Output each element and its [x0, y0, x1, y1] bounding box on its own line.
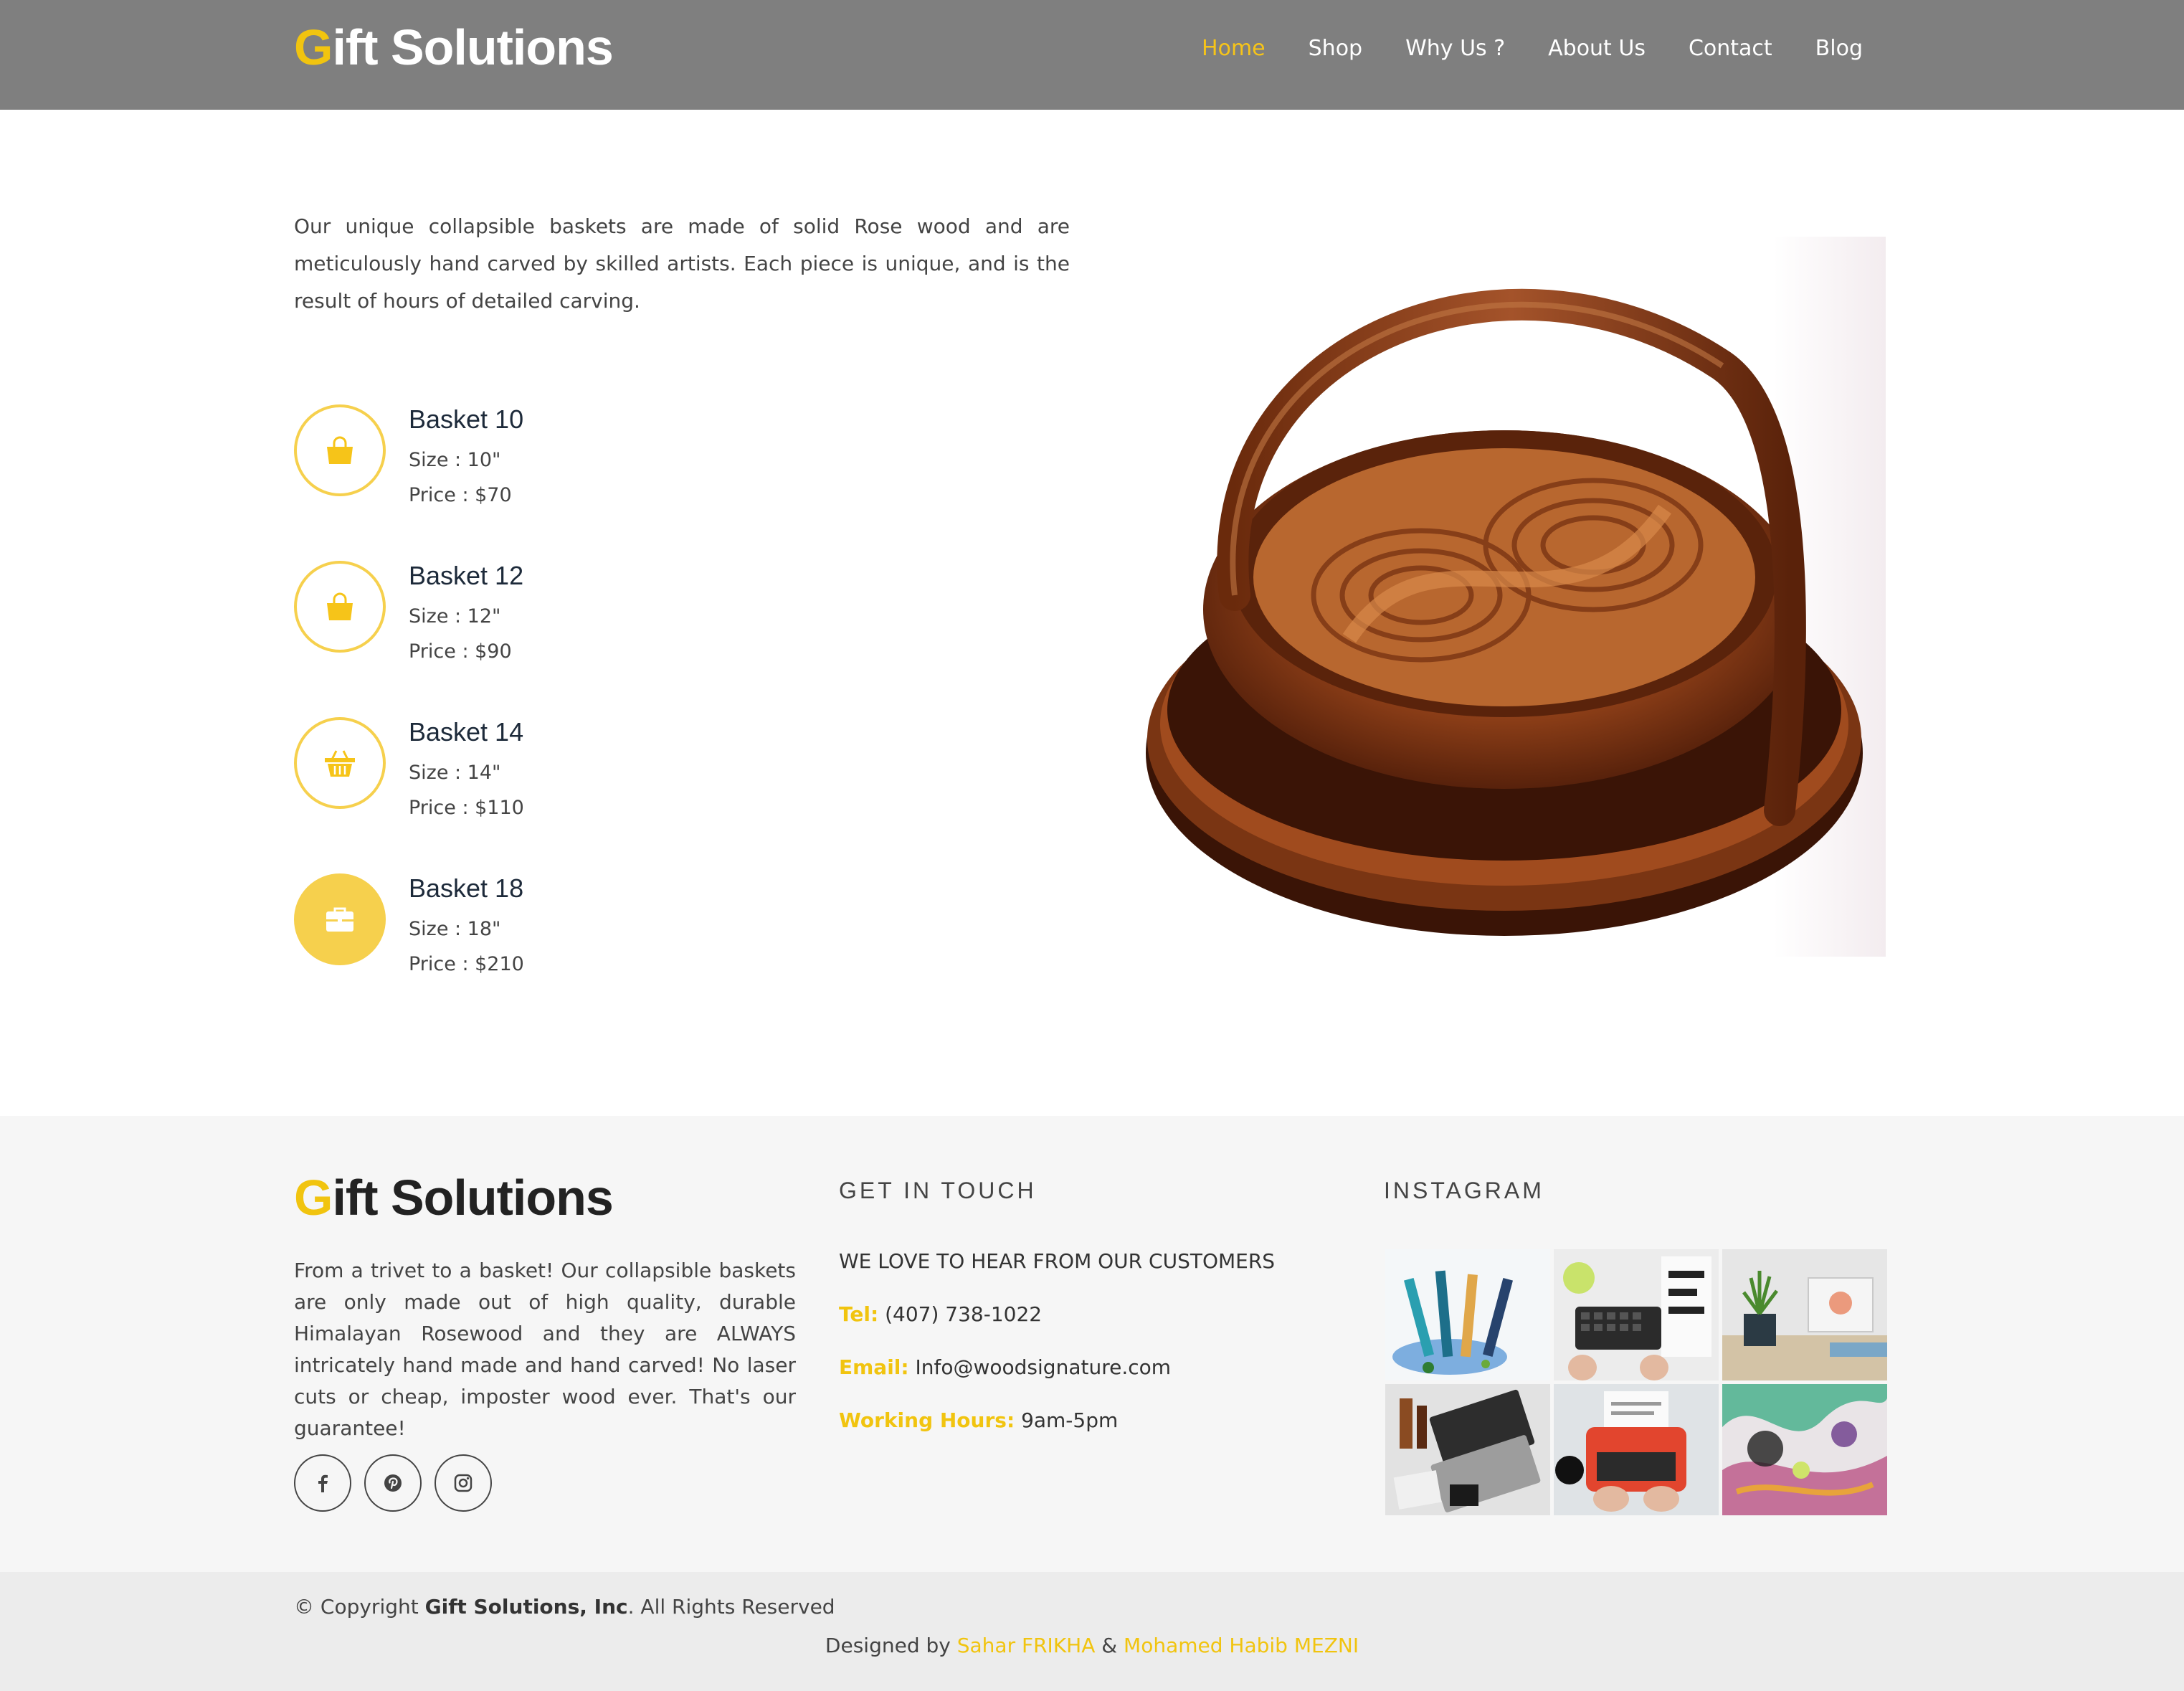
designer-link-2[interactable]: Mohamed Habib MEZNI: [1124, 1634, 1359, 1657]
contact-hours: Working Hours: 9am-5pm: [839, 1408, 1118, 1432]
facebook-icon[interactable]: [294, 1454, 351, 1512]
product-item: Basket 18 Size : 18" Price : $210: [294, 873, 939, 988]
product-price: Price : $210: [409, 953, 524, 975]
product-name: Basket 10: [409, 404, 524, 434]
contact-email: Email: Info@woodsignature.com: [839, 1355, 1171, 1379]
designer-separator: &: [1095, 1634, 1124, 1657]
site-header: Gift Solutions Home Shop Why Us ? About …: [0, 0, 2184, 110]
product-item: Basket 10 Size : 10" Price : $70: [294, 404, 939, 519]
footer-logo-initial: G: [294, 1170, 333, 1226]
copyright-bar: © Copyright Gift Solutions, Inc. All Rig…: [0, 1572, 2184, 1691]
copyright-suffix: . All Rights Reserved: [627, 1595, 835, 1619]
designer-link-1[interactable]: Sahar FRIKHA: [957, 1634, 1096, 1657]
intro-text: Our unique collapsible baskets are made …: [294, 214, 1070, 313]
hours-value: 9am-5pm: [1021, 1408, 1119, 1432]
designed-by-label: Designed by: [825, 1634, 957, 1657]
instagram-photo-typewriter[interactable]: [1554, 1384, 1719, 1515]
logo-text: ift Solutions: [332, 19, 613, 75]
hours-label: Working Hours:: [839, 1408, 1015, 1432]
product-size: Size : 18": [409, 918, 501, 940]
contact-tel: Tel: (407) 738-1022: [839, 1302, 1042, 1326]
product-size: Size : 14": [409, 762, 501, 784]
product-size: Size : 12": [409, 605, 501, 627]
product-price: Price : $110: [409, 797, 524, 819]
shopping-basket-icon: [294, 717, 386, 809]
pinterest-icon[interactable]: [364, 1454, 422, 1512]
copyright-prefix: © Copyright: [294, 1595, 425, 1619]
product-name: Basket 12: [409, 561, 524, 590]
tel-label: Tel:: [839, 1302, 879, 1326]
tel-value[interactable]: (407) 738-1022: [885, 1302, 1042, 1326]
nav-about-us[interactable]: About Us: [1548, 36, 1646, 61]
site-logo[interactable]: Gift Solutions: [294, 19, 614, 76]
product-price: Price : $90: [409, 640, 512, 663]
nav-contact[interactable]: Contact: [1689, 36, 1772, 61]
nav-home[interactable]: Home: [1202, 36, 1266, 61]
email-value[interactable]: Info@woodsignature.com: [916, 1355, 1172, 1379]
main-nav: Home Shop Why Us ? About Us Contact Blog: [1202, 36, 1863, 61]
product-name: Basket 14: [409, 717, 524, 747]
footer-logo[interactable]: Gift Solutions: [294, 1169, 614, 1226]
instagram-photo-pencils[interactable]: [1385, 1249, 1550, 1380]
product-price: Price : $70: [409, 484, 512, 506]
shopping-bag-icon: [294, 404, 386, 496]
product-item: Basket 14 Size : 14" Price : $110: [294, 717, 939, 832]
footer-logo-text: ift Solutions: [332, 1170, 613, 1226]
product-name: Basket 18: [409, 873, 524, 903]
copyright-company: Gift Solutions, Inc: [424, 1595, 628, 1619]
contact-tagline: WE LOVE TO HEAR FROM OUR CUSTOMERS: [839, 1249, 1276, 1273]
shopping-bag-icon: [294, 561, 386, 653]
instagram-grid: [1385, 1249, 1887, 1516]
designed-by: Designed by Sahar FRIKHA & Mohamed Habib…: [0, 1634, 2184, 1657]
basket-product-image: [1134, 237, 1886, 957]
instagram-photo-laptop[interactable]: [1385, 1384, 1550, 1515]
instagram-icon[interactable]: [435, 1454, 492, 1512]
nav-why-us[interactable]: Why Us ?: [1405, 36, 1505, 61]
product-item: Basket 12 Size : 12" Price : $90: [294, 561, 939, 676]
social-links: [294, 1454, 492, 1512]
instagram-photo-abstract-art[interactable]: [1722, 1384, 1887, 1515]
get-in-touch-heading: GET IN TOUCH: [839, 1178, 1037, 1203]
copyright-text: © Copyright Gift Solutions, Inc. All Rig…: [294, 1595, 835, 1619]
nav-blog[interactable]: Blog: [1815, 36, 1863, 61]
briefcase-icon: [294, 873, 386, 965]
product-size: Size : 10": [409, 449, 501, 471]
email-label: Email:: [839, 1355, 909, 1379]
logo-initial: G: [294, 19, 333, 75]
site-footer: Gift Solutions From a trivet to a basket…: [0, 1116, 2184, 1572]
instagram-photo-desk-plant[interactable]: [1722, 1249, 1887, 1380]
instagram-heading: INSTAGRAM: [1384, 1178, 1544, 1203]
nav-shop[interactable]: Shop: [1309, 36, 1362, 61]
instagram-photo-keyboard[interactable]: [1554, 1249, 1719, 1380]
footer-about-text: From a trivet to a basket! Our collapsib…: [294, 1259, 796, 1440]
